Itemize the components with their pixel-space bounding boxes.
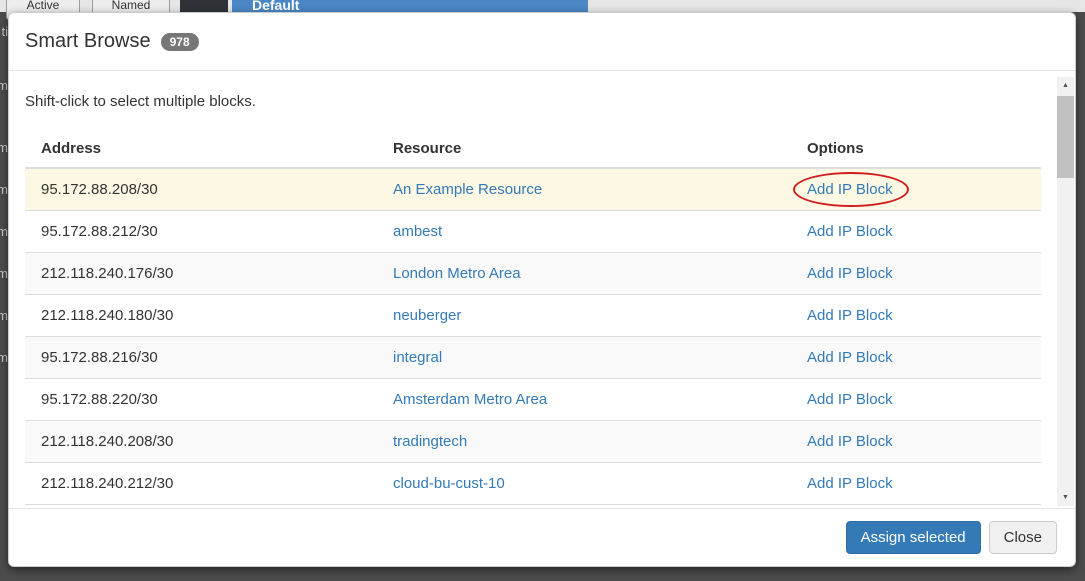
resource-link[interactable]: London Metro Area: [393, 265, 521, 282]
add-ip-block-link[interactable]: Add IP Block: [807, 223, 893, 240]
background-panel-header: Default: [232, 0, 588, 12]
options-cell: Add IP Block: [791, 379, 1041, 421]
background-text-fragment: m: [0, 140, 8, 156]
modal-body: Shift-click to select multiple blocks. A…: [9, 71, 1075, 510]
address-cell: 212.118.240.212/30: [25, 463, 377, 505]
resource-link[interactable]: integral: [393, 349, 442, 366]
resource-cell: An Example Resource: [377, 168, 791, 211]
smart-browse-modal: Smart Browse 978 Shift-click to select m…: [8, 12, 1076, 567]
assign-selected-button[interactable]: Assign selected: [846, 521, 981, 554]
resource-cell: Amsterdam Metro Area: [377, 379, 791, 421]
address-cell: 95.172.88.212/30: [25, 211, 377, 253]
resource-cell: tradingtech: [377, 421, 791, 463]
background-text-fragment: m: [0, 308, 8, 324]
table-row[interactable]: 212.118.240.176/30 London Metro Area Add I…: [25, 253, 1041, 295]
table-row[interactable]: 212.118.240.180/30 neuberger Add IP Block: [25, 295, 1041, 337]
resource-cell: integral: [377, 337, 791, 379]
add-ip-block-link[interactable]: Add IP Block: [807, 349, 893, 366]
add-ip-block-link[interactable]: Add IP Block: [807, 391, 893, 408]
options-cell: Add IP Block: [791, 295, 1041, 337]
background-top-strip: Active Named Default: [0, 0, 1085, 12]
resource-link[interactable]: An Example Resource: [393, 181, 542, 198]
table-row[interactable]: 95.172.88.216/30 integral Add IP Block: [25, 337, 1041, 379]
options-cell: Add IP Block: [791, 211, 1041, 253]
modal-header: Smart Browse 978: [9, 13, 1075, 71]
background-text-fragment: m: [0, 266, 8, 282]
resource-cell: neuberger: [377, 295, 791, 337]
scrollbar-up-arrow-icon[interactable]: ▲: [1057, 77, 1074, 94]
resource-cell: cloud-bu-cust-10: [377, 463, 791, 505]
options-column-header: Options: [791, 130, 1041, 168]
background-dark-control: [180, 0, 228, 12]
table-row[interactable]: 95.172.88.208/30 An Example Resource Add I…: [25, 168, 1041, 211]
resource-cell: London Metro Area: [377, 253, 791, 295]
add-ip-block-link[interactable]: Add IP Block: [807, 307, 893, 324]
smart-browse-table-body: 95.172.88.208/30 An Example Resource Add I…: [25, 168, 1041, 505]
scrollbar-thumb[interactable]: [1057, 96, 1074, 178]
panel-header-title: Default: [252, 0, 299, 12]
resource-cell: ambest: [377, 211, 791, 253]
options-cell: Add IP Block: [791, 421, 1041, 463]
resource-link[interactable]: tradingtech: [393, 433, 467, 450]
resource-link[interactable]: ambest: [393, 223, 442, 240]
add-ip-block-link[interactable]: Add IP Block: [807, 265, 893, 282]
resource-link[interactable]: Amsterdam Metro Area: [393, 391, 547, 408]
options-cell: Add IP Block: [791, 168, 1041, 211]
modal-title: Smart Browse: [25, 30, 151, 53]
background-text-fragment: m: [0, 350, 8, 366]
background-text-fragment: ti: [0, 24, 8, 40]
address-cell: 212.118.240.208/30: [25, 421, 377, 463]
table-row[interactable]: 95.172.88.220/30 Amsterdam Metro Area Add …: [25, 379, 1041, 421]
table-row[interactable]: 212.118.240.212/30 cloud-bu-cust-10 Add IP…: [25, 463, 1041, 505]
options-cell: Add IP Block: [791, 463, 1041, 505]
options-cell: Add IP Block: [791, 337, 1041, 379]
add-ip-block-link[interactable]: Add IP Block: [807, 433, 893, 450]
ip-blocks-table: Address Resource Options 95.172.88.208/3…: [25, 130, 1041, 505]
table-header: Address Resource Options: [25, 130, 1041, 168]
add-ip-block-link[interactable]: Add IP Block: [807, 475, 893, 492]
resource-column-header: Resource: [377, 130, 791, 168]
resource-link[interactable]: cloud-bu-cust-10: [393, 475, 505, 492]
options-cell: Add IP Block: [791, 253, 1041, 295]
table-scrollbar[interactable]: ▲ ▼: [1057, 77, 1074, 506]
scrollbar-down-arrow-icon[interactable]: ▼: [1057, 489, 1074, 506]
hint-text: Shift-click to select multiple blocks.: [25, 93, 1039, 110]
table-row[interactable]: 95.172.88.212/30 ambest Add IP Block: [25, 211, 1041, 253]
address-column-header: Address: [25, 130, 377, 168]
address-cell: 212.118.240.180/30: [25, 295, 377, 337]
address-cell: 95.172.88.216/30: [25, 337, 377, 379]
circled-option: Add IP Block: [807, 181, 893, 198]
add-ip-block-link[interactable]: Add IP Block: [807, 181, 893, 198]
close-button[interactable]: Close: [989, 521, 1057, 554]
table-row[interactable]: 212.118.240.208/30 tradingtech Add IP Bloc…: [25, 421, 1041, 463]
address-cell: 95.172.88.220/30: [25, 379, 377, 421]
address-cell: 95.172.88.208/30: [25, 168, 377, 211]
address-cell: 212.118.240.176/30: [25, 253, 377, 295]
background-text-fragment: m: [0, 78, 8, 94]
background-text-fragment: m: [0, 182, 8, 198]
count-badge: 978: [161, 33, 199, 51]
background-text-fragment: m: [0, 224, 8, 240]
modal-footer: Assign selected Close: [9, 508, 1075, 566]
resource-link[interactable]: neuberger: [393, 307, 461, 324]
